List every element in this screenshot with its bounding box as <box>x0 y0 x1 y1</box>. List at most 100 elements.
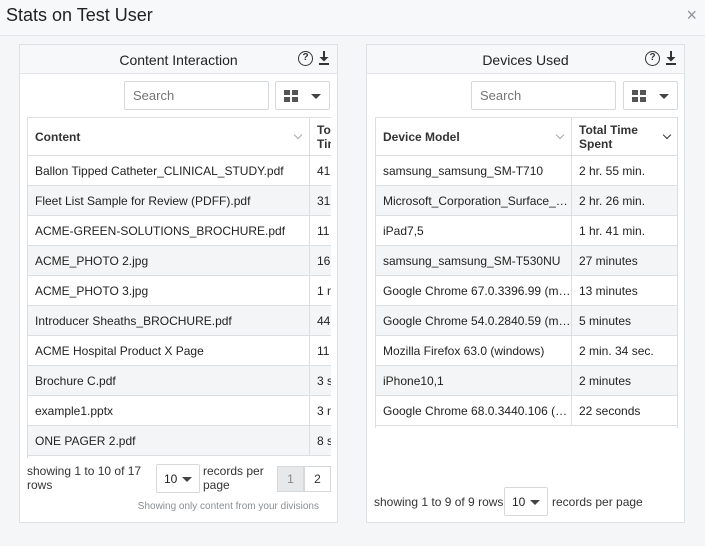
page-button-2[interactable]: 2 <box>304 466 331 492</box>
table-row[interactable]: iPhone10,1 2 minutes <box>376 366 677 396</box>
column-header-total-time[interactable]: To Tin <box>310 118 331 156</box>
cell-time: 1 hr. 41 min. <box>579 224 646 238</box>
cell-time: 16 <box>317 254 331 268</box>
cell-time: 3 n <box>317 404 331 418</box>
table-row[interactable]: Microsoft_Corporation_Surface_Pro 2 hr. 2… <box>376 186 677 216</box>
table-row[interactable]: Introducer Sheaths_BROCHURE.pdf 44 <box>28 306 331 336</box>
cell-name: ONE PAGER 2.pdf <box>28 426 310 456</box>
records-per-page-select[interactable]: 10 <box>156 464 200 493</box>
records-per-page-select[interactable]: 10 <box>504 487 548 516</box>
cell-name: ACME-GREEN-SOLUTIONS_BROCHURE.pdf <box>28 216 310 246</box>
content-search-input[interactable] <box>124 81 269 110</box>
close-icon[interactable]: × <box>686 6 697 24</box>
records-per-page-label: records per page <box>203 464 264 492</box>
column-header-content[interactable]: Content <box>28 118 310 156</box>
cell-time: 2 minutes <box>579 374 632 388</box>
showing-count: showing 1 to 10 of 17 rows <box>27 464 142 492</box>
help-icon[interactable]: ? <box>645 51 660 66</box>
cell-time: 5 minutes <box>579 314 632 328</box>
cell-name: example1.pptx <box>28 396 310 426</box>
table-row[interactable]: Mozilla Firefox 63.0 (windows) 2 min. 34 … <box>376 336 677 366</box>
divisions-note: Showing only content from your divisions <box>137 501 319 512</box>
cell-name: Fleet List Sample for Review (PDFF).pdf <box>28 186 310 216</box>
table-row[interactable]: ONE PAGER 2.pdf 8 s <box>28 426 331 456</box>
panel-header: Devices Used ? <box>367 45 684 74</box>
table-header: Content To Tin <box>28 118 331 156</box>
devices-used-panel: Devices Used ? Device Model Total Time S… <box>366 44 685 523</box>
cell-time: 2 hr. 55 min. <box>579 164 646 178</box>
cell-name: Ballon Tipped Catheter_CLINICAL_STUDY.pd… <box>28 156 310 186</box>
column-header-device-model[interactable]: Device Model <box>376 118 572 156</box>
cell-time: 31 <box>317 194 331 208</box>
table-row[interactable]: samsung_samsung_SM-T530NU 27 minutes <box>376 246 677 276</box>
cell-name: Introducer Sheaths_BROCHURE.pdf <box>28 306 310 336</box>
table-row[interactable]: ACME_PHOTO 3.jpg 1 n <box>28 276 331 306</box>
table-row[interactable]: example1.pptx 3 n <box>28 396 331 426</box>
cell-name: Mozilla Firefox 63.0 (windows) <box>376 336 572 366</box>
table-row[interactable]: Google Chrome 67.0.3396.99 (mac) 13 minut… <box>376 276 677 306</box>
cell-time: 2 hr. 26 min. <box>579 194 646 208</box>
table-row[interactable]: iPad7,5 1 hr. 41 min. <box>376 216 677 246</box>
table-row[interactable]: ACME_PHOTO 2.jpg 16 <box>28 246 331 276</box>
cell-name: ACME_PHOTO 3.jpg <box>28 276 310 306</box>
cell-time: 13 minutes <box>579 284 638 298</box>
cell-name: Google Chrome 54.0.2840.59 (mac) <box>376 306 572 336</box>
cell-name: Google Chrome 68.0.3440.106 (mac) <box>376 396 572 426</box>
cell-name: ACME Hospital Product X Page <box>28 336 310 366</box>
grid-icon <box>632 90 646 102</box>
chevron-down-icon <box>530 500 540 505</box>
table-row[interactable]: Fleet List Sample for Review (PDFF).pdf 3… <box>28 186 331 216</box>
cell-time: 44 <box>317 314 331 328</box>
cell-time: 11 <box>317 344 330 358</box>
table-row[interactable]: samsung_samsung_SM-T710 2 hr. 55 min. <box>376 156 677 186</box>
download-icon[interactable] <box>318 51 330 65</box>
cell-name: samsung_samsung_SM-T530NU <box>376 246 572 276</box>
records-per-page-label: records per page <box>552 495 643 509</box>
cell-name: Microsoft_Corporation_Surface_Pro <box>376 186 572 216</box>
chevron-down-icon <box>555 130 565 140</box>
modal-title: Stats on Test User <box>6 5 153 25</box>
content-table: Content To Tin Ballon Tipped Catheter_CL… <box>27 117 331 458</box>
cell-time: 1 n <box>317 284 331 298</box>
cell-time: 11 <box>317 224 330 238</box>
table-row[interactable]: Brochure C.pdf 3 s <box>28 366 331 396</box>
grid-icon <box>284 90 298 102</box>
page-button-1[interactable]: 1 <box>277 466 304 492</box>
chevron-down-icon <box>659 94 669 99</box>
cell-time: 3 s <box>317 374 331 388</box>
cell-name: iPad7,5 <box>376 216 572 246</box>
devices-table: Device Model Total Time Spent samsung_sa… <box>375 117 678 428</box>
content-interaction-panel: Content Interaction ? Content To Tin Bal… <box>19 44 338 523</box>
table-row[interactable]: ACME Hospital Product X Page 11 <box>28 336 331 366</box>
table-header: Device Model Total Time Spent <box>376 118 677 156</box>
cell-name: samsung_samsung_SM-T710 <box>376 156 572 186</box>
table-row[interactable]: Ballon Tipped Catheter_CLINICAL_STUDY.pd… <box>28 156 331 186</box>
cell-time: 2 min. 34 sec. <box>579 344 654 358</box>
help-icon[interactable]: ? <box>298 51 313 66</box>
cell-name: ACME_PHOTO 2.jpg <box>28 246 310 276</box>
cell-time: 41 <box>317 164 331 178</box>
cell-name: Google Chrome 67.0.3396.99 (mac) <box>376 276 572 306</box>
download-icon[interactable] <box>665 51 677 65</box>
chevron-down-icon <box>293 130 303 140</box>
column-header-total-time-spent[interactable]: Total Time Spent <box>572 118 677 156</box>
table-row[interactable]: Google Chrome 54.0.2840.59 (mac) 5 minute… <box>376 306 677 336</box>
cell-time: 8 s <box>317 434 331 448</box>
panel-title: Content Interaction <box>119 52 238 68</box>
cell-name: Brochure C.pdf <box>28 366 310 396</box>
chevron-down-icon <box>662 130 672 140</box>
table-row[interactable]: ACME-GREEN-SOLUTIONS_BROCHURE.pdf 11 <box>28 216 331 246</box>
chevron-down-icon <box>182 477 192 482</box>
view-toggle-button[interactable] <box>623 81 678 110</box>
modal-header: Stats on Test User × <box>0 0 705 36</box>
table-row[interactable]: Google Chrome 68.0.3440.106 (mac) 22 seco… <box>376 396 677 426</box>
cell-time: 22 seconds <box>579 404 641 418</box>
cell-name: iPhone10,1 <box>376 366 572 396</box>
cell-time: 27 minutes <box>579 254 638 268</box>
view-toggle-button[interactable] <box>275 81 330 110</box>
panel-header: Content Interaction ? <box>20 45 337 74</box>
chevron-down-icon <box>311 94 321 99</box>
panel-title: Devices Used <box>482 52 569 68</box>
showing-count: showing 1 to 9 of 9 rows <box>374 495 504 509</box>
devices-search-input[interactable] <box>471 81 616 110</box>
